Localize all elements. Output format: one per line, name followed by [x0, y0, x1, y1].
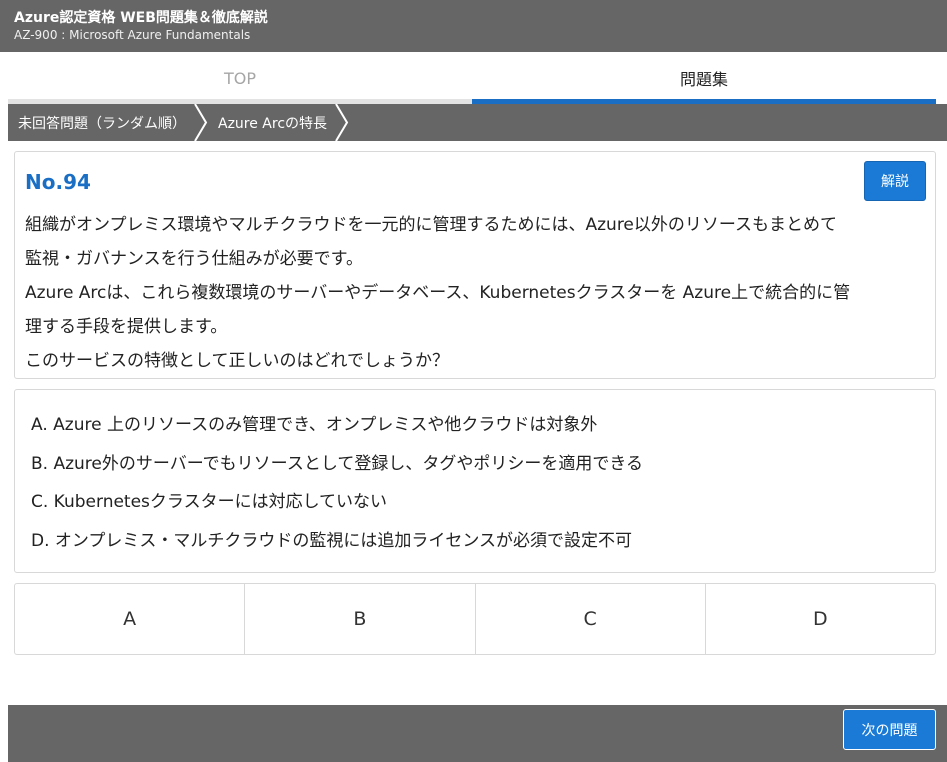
next-question-button[interactable]: 次の問題 — [843, 709, 936, 750]
breadcrumb-item-unanswered[interactable]: 未回答問題（ランダム順） — [8, 104, 208, 141]
tab-bar: TOP 問題集 — [8, 52, 936, 104]
question-line: 理する手段を提供します。 — [25, 317, 228, 337]
answer-button-b[interactable]: B — [244, 584, 474, 654]
breadcrumb: 未回答問題（ランダム順） Azure Arcの特長 — [8, 104, 947, 141]
question-line: 組織がオンプレミス環境やマルチクラウドを一元的に管理するためには、Azure以外… — [25, 215, 838, 235]
question-number: No.94 — [25, 170, 91, 194]
choice-c: C. Kubernetesクラスターには対応していない — [31, 492, 388, 512]
question-line: Azure Arcは、これら複数環境のサーバーやデータベース、Kubernete… — [25, 283, 851, 303]
choices-card: A. Azure 上のリソースのみ管理でき、オンプレミスや他クラウドは対象外 B… — [14, 389, 936, 573]
answer-button-a[interactable]: A — [15, 584, 244, 654]
app-root: Azure認定資格 WEB問題集＆徹底解説 AZ-900 : Microsoft… — [0, 0, 947, 762]
tab-top[interactable]: TOP — [8, 52, 472, 104]
chevron-right-icon — [335, 104, 349, 141]
answer-buttons: A B C D — [14, 583, 936, 655]
choice-b: B. Azure外のサーバーでもリソースとして登録し、タグやポリシーを適用できる — [31, 453, 643, 474]
question-card: No.94 解説 組織がオンプレミス環境やマルチクラウドを一元的に管理するために… — [14, 151, 936, 379]
footer-bar: 次の問題 — [8, 705, 947, 762]
app-title: Azure認定資格 WEB問題集＆徹底解説 — [14, 10, 268, 26]
choice-d: D. オンプレミス・マルチクラウドの監視には追加ライセンスが必須で設定不可 — [31, 530, 633, 551]
breadcrumb-label: Azure Arcの特長 — [218, 115, 328, 132]
app-subtitle: AZ-900 : Microsoft Azure Fundamentals — [14, 28, 251, 42]
question-text: 組織がオンプレミス環境やマルチクラウドを一元的に管理するためには、Azure以外… — [25, 208, 930, 378]
answer-button-c[interactable]: C — [474, 584, 705, 654]
breadcrumb-item-topic[interactable]: Azure Arcの特長 — [198, 104, 349, 141]
question-line: 監視・ガバナンスを行う仕組みが必要です。 — [25, 249, 363, 269]
question-line: このサービスの特徴として正しいのはどれでしょうか？ — [25, 351, 449, 371]
answer-button-d[interactable]: D — [704, 584, 935, 654]
app-header: Azure認定資格 WEB問題集＆徹底解説 AZ-900 : Microsoft… — [0, 0, 947, 52]
breadcrumb-label: 未回答問題（ランダム順） — [18, 115, 186, 132]
choice-a: A. Azure 上のリソースのみ管理でき、オンプレミスや他クラウドは対象外 — [31, 415, 598, 435]
tab-question-set[interactable]: 問題集 — [472, 52, 936, 104]
explanation-button[interactable]: 解説 — [864, 161, 926, 201]
